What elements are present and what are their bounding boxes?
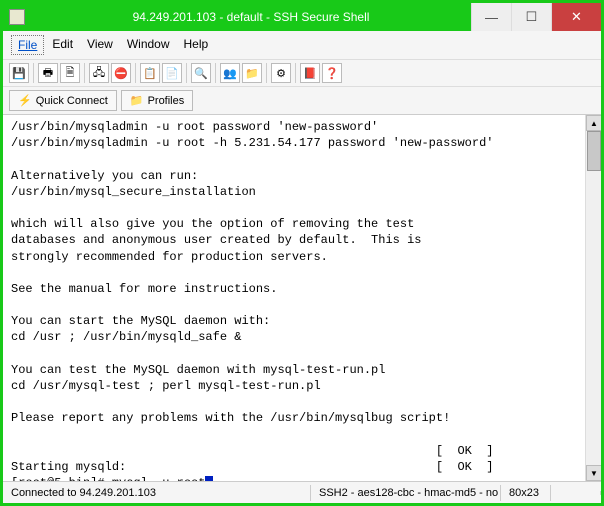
- separator: [135, 63, 136, 83]
- close-button[interactable]: ✕: [551, 3, 601, 31]
- terminal[interactable]: /usr/bin/mysqladmin -u root password 'ne…: [3, 115, 585, 481]
- maximize-button[interactable]: ☐: [511, 3, 551, 31]
- profiles-label: Profiles: [148, 95, 185, 107]
- lightning-icon: ⚡: [18, 94, 32, 107]
- paste-icon[interactable]: 📄: [162, 63, 182, 83]
- scrollbar[interactable]: ▲ ▼: [585, 115, 601, 481]
- settings-icon[interactable]: ⚙: [271, 63, 291, 83]
- app-window: 94.249.201.103 - default - SSH Secure Sh…: [0, 0, 604, 506]
- connect-icon[interactable]: 🖧: [89, 63, 109, 83]
- scroll-down-button[interactable]: ▼: [586, 465, 601, 481]
- toolbar: 💾 🖶 🗎 🖧 ⛔ 📋 📄 🔍 👥 📁 ⚙ 📕 ❓: [3, 60, 601, 87]
- menu-window[interactable]: Window: [121, 35, 176, 55]
- new-terminal-icon[interactable]: 👥: [220, 63, 240, 83]
- menu-help[interactable]: Help: [178, 35, 215, 55]
- menu-edit[interactable]: Edit: [46, 35, 79, 55]
- save-icon[interactable]: 💾: [9, 63, 29, 83]
- separator: [295, 63, 296, 83]
- window-title: 94.249.201.103 - default - SSH Secure Sh…: [31, 10, 471, 24]
- separator: [215, 63, 216, 83]
- context-help-icon[interactable]: ❓: [322, 63, 342, 83]
- copy-icon[interactable]: 📋: [140, 63, 160, 83]
- separator: [84, 63, 85, 83]
- terminal-container: /usr/bin/mysqladmin -u root password 'ne…: [3, 115, 601, 481]
- quick-connect-label: Quick Connect: [36, 95, 108, 107]
- status-empty: [551, 491, 601, 495]
- quick-connect-button[interactable]: ⚡ Quick Connect: [9, 90, 117, 111]
- status-connection: Connected to 94.249.201.103: [3, 485, 311, 501]
- minimize-button[interactable]: —: [471, 3, 511, 31]
- app-icon: [9, 9, 25, 25]
- folder-icon: 📁: [130, 94, 144, 107]
- menubar: File Edit View Window Help: [3, 31, 601, 60]
- menu-file[interactable]: File: [11, 35, 44, 55]
- connection-bar: ⚡ Quick Connect 📁 Profiles: [3, 87, 601, 115]
- window-controls: — ☐ ✕: [471, 3, 601, 31]
- print-icon[interactable]: 🖶: [38, 63, 58, 83]
- status-size: 80x23: [501, 485, 551, 501]
- separator: [186, 63, 187, 83]
- new-file-transfer-icon[interactable]: 📁: [242, 63, 262, 83]
- find-icon[interactable]: 🔍: [191, 63, 211, 83]
- separator: [266, 63, 267, 83]
- print-preview-icon[interactable]: 🗎: [60, 63, 80, 83]
- help-icon[interactable]: 📕: [300, 63, 320, 83]
- menu-view[interactable]: View: [81, 35, 119, 55]
- status-cipher: SSH2 - aes128-cbc - hmac-md5 - no: [311, 485, 501, 501]
- statusbar: Connected to 94.249.201.103 SSH2 - aes12…: [3, 481, 601, 503]
- profiles-button[interactable]: 📁 Profiles: [121, 90, 193, 111]
- separator: [33, 63, 34, 83]
- scroll-up-button[interactable]: ▲: [586, 115, 601, 131]
- scroll-thumb[interactable]: [587, 131, 601, 171]
- titlebar[interactable]: 94.249.201.103 - default - SSH Secure Sh…: [3, 3, 601, 31]
- disconnect-icon[interactable]: ⛔: [111, 63, 131, 83]
